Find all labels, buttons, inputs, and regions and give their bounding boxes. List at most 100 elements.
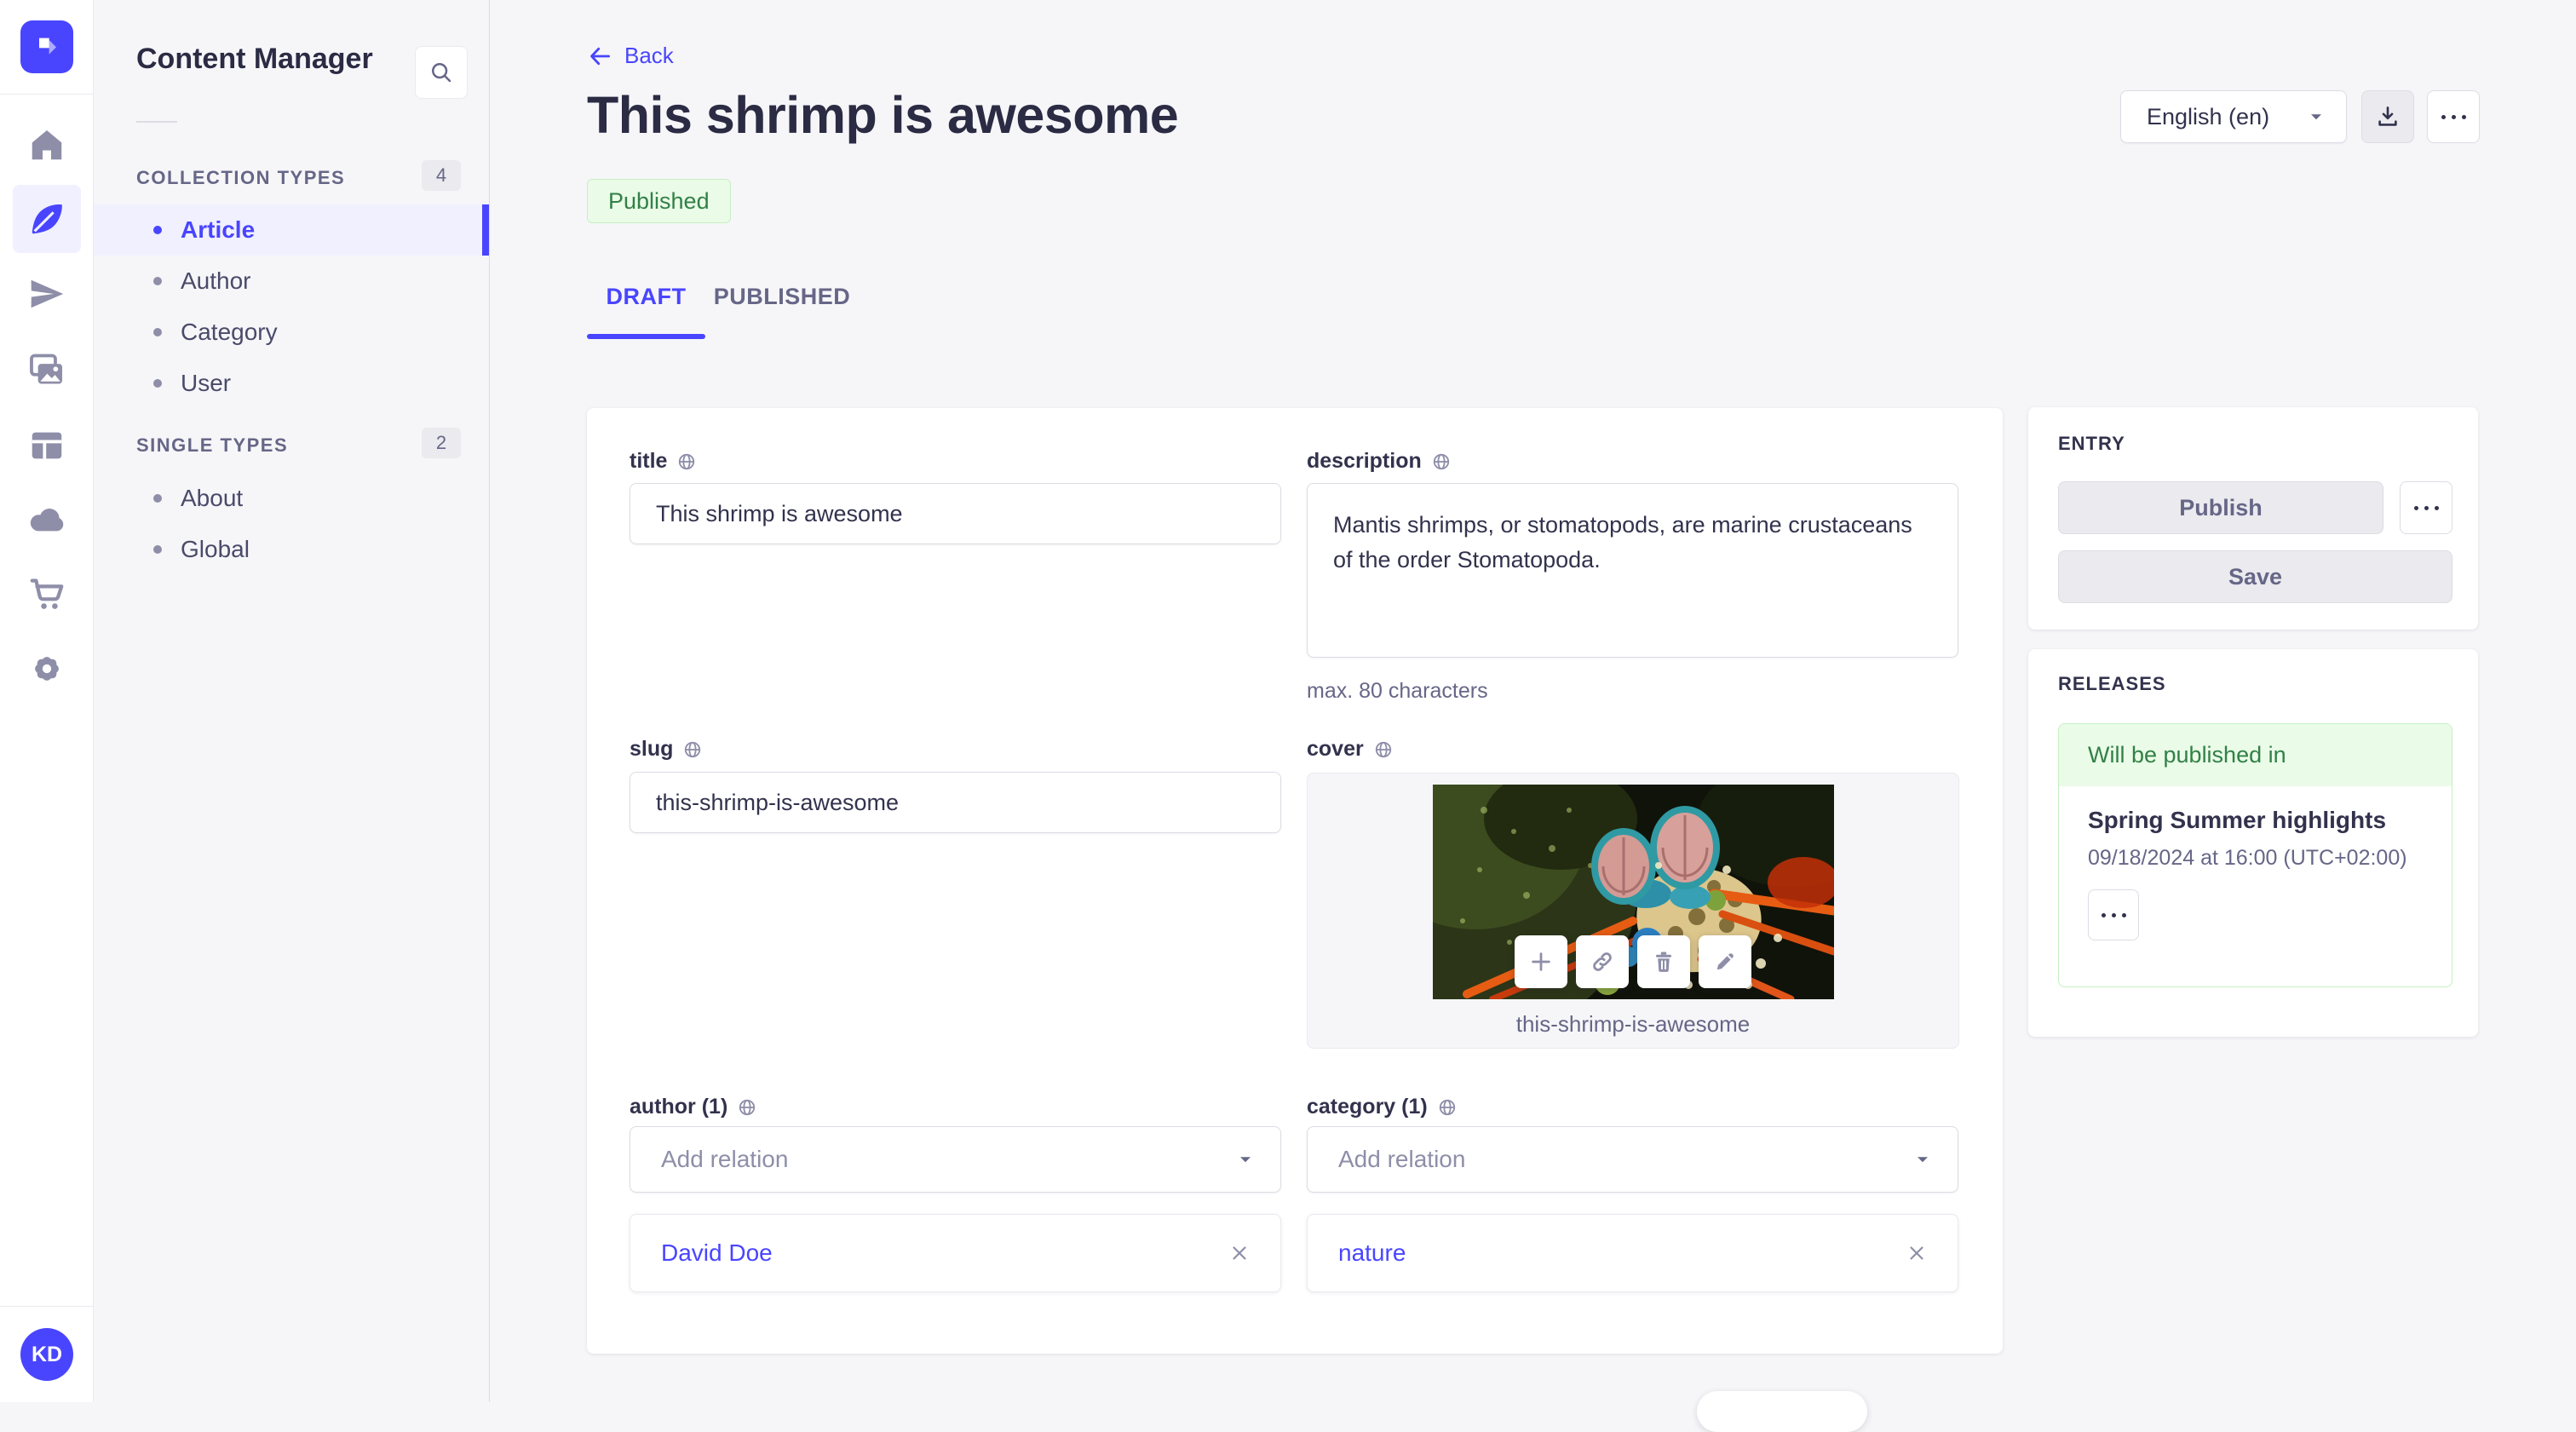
single-types-count: 2: [422, 428, 461, 458]
divider: [0, 1306, 93, 1307]
cover-caption: this-shrimp-is-awesome: [1515, 1011, 1751, 1037]
sidebar-item-author[interactable]: Author: [94, 256, 489, 307]
globe-icon: [1375, 741, 1391, 757]
description-textarea[interactable]: Mantis shrimps, or stomatopods, are mari…: [1307, 483, 1958, 658]
main-content: Back This shrimp is awesome Published En…: [490, 0, 2576, 1432]
field-label-category: category (1): [1307, 1095, 1457, 1119]
field-label-title: title: [630, 449, 696, 474]
plus-icon: [1532, 952, 1550, 971]
trash-icon: [1656, 952, 1671, 972]
sidebar-item-about[interactable]: About: [94, 473, 489, 524]
cover-field-box: this-shrimp-is-awesome: [1307, 773, 1959, 1049]
field-label-slug: slug: [630, 737, 702, 762]
user-avatar[interactable]: KD: [20, 1328, 73, 1381]
globe-icon: [679, 453, 695, 469]
description-hint: max. 80 characters: [1307, 679, 1488, 703]
content-manager-sidebar: Content Manager COLLECTION TYPES 4 Artic…: [94, 0, 490, 1402]
cover-copy-link-button[interactable]: [1576, 935, 1629, 988]
cart-icon: [30, 578, 64, 609]
globe-icon: [1433, 453, 1449, 469]
export-button[interactable]: [2361, 90, 2414, 143]
release-name[interactable]: Spring Summer highlights: [2088, 807, 2423, 834]
section-single-types: SINGLE TYPES: [136, 434, 289, 456]
ellipsis-icon: [2413, 505, 2439, 510]
bullet-icon: [153, 545, 162, 554]
sidebar-item-category[interactable]: Category: [94, 307, 489, 358]
home-icon: [32, 129, 62, 160]
divider: [0, 94, 93, 95]
category-relation-link[interactable]: nature: [1338, 1239, 1901, 1267]
nav-home[interactable]: [13, 111, 81, 179]
save-button[interactable]: Save: [2058, 550, 2452, 603]
field-label-author: author (1): [630, 1095, 756, 1119]
cover-actions: [1308, 935, 1958, 988]
bullet-icon: [153, 379, 162, 388]
header-more-button[interactable]: [2427, 90, 2480, 143]
entry-more-button[interactable]: [2400, 481, 2452, 534]
nav-settings[interactable]: [13, 635, 81, 703]
chevron-down-icon: [1918, 1157, 1928, 1163]
bullet-icon: [153, 226, 162, 234]
strapi-logo[interactable]: [20, 20, 73, 73]
remove-author-button[interactable]: [1224, 1238, 1255, 1268]
divider: [136, 121, 177, 123]
feather-icon: [32, 204, 62, 234]
pencil-icon: [1716, 953, 1734, 970]
sidebar-item-global[interactable]: Global: [94, 524, 489, 575]
section-collection-types: COLLECTION TYPES: [136, 167, 346, 188]
ellipsis-icon: [2441, 114, 2466, 119]
author-relation-select[interactable]: Add relation: [630, 1126, 1281, 1193]
remove-category-button[interactable]: [1901, 1238, 1932, 1268]
field-label-cover: cover: [1307, 737, 1393, 762]
paper-plane-icon: [31, 279, 64, 308]
release-body: Spring Summer highlights 09/18/2024 at 1…: [2059, 786, 2452, 940]
nav-content-manager[interactable]: [13, 185, 81, 253]
chevron-down-icon: [1240, 1157, 1251, 1163]
tab-draft[interactable]: DRAFT: [587, 278, 705, 315]
close-icon: [1233, 1246, 1246, 1260]
tab-published[interactable]: PUBLISHED: [714, 278, 850, 315]
nav-content-type-builder[interactable]: [13, 411, 81, 480]
ellipsis-icon: [2101, 912, 2126, 917]
releases-panel: RELEASES Will be published in Spring Sum…: [2028, 649, 2478, 1037]
globe-icon: [1439, 1099, 1455, 1115]
author-relation-item: David Doe: [630, 1214, 1281, 1292]
publish-button[interactable]: Publish: [2058, 481, 2383, 534]
chevron-down-icon: [2311, 114, 2321, 120]
cover-delete-button[interactable]: [1637, 935, 1690, 988]
nav-cloud[interactable]: [13, 486, 81, 554]
release-date: 09/18/2024 at 16:00 (UTC+02:00): [2088, 846, 2407, 870]
sidebar-item-user[interactable]: User: [94, 358, 489, 409]
sidebar-item-article[interactable]: Article: [94, 204, 489, 256]
active-tab-indicator: [587, 334, 705, 339]
search-button[interactable]: [415, 46, 468, 99]
slug-input[interactable]: [630, 772, 1281, 833]
cover-edit-button[interactable]: [1699, 935, 1751, 988]
author-relation-link[interactable]: David Doe: [661, 1239, 1224, 1267]
app-nav-rail: KD: [0, 0, 94, 1402]
back-link[interactable]: Back: [587, 43, 674, 69]
floating-pill[interactable]: [1697, 1391, 1867, 1432]
entry-panel-title: ENTRY: [2058, 433, 2125, 454]
globe-icon: [739, 1099, 756, 1115]
bullet-icon: [153, 277, 162, 285]
bullet-icon: [153, 328, 162, 336]
edit-form-card: title description Mantis shrimps, or sto…: [587, 408, 2003, 1354]
nav-deploy[interactable]: [13, 260, 81, 328]
locale-select[interactable]: English (en): [2120, 90, 2347, 143]
sidebar-title: Content Manager: [136, 43, 373, 75]
title-input[interactable]: [630, 483, 1281, 544]
releases-panel-title: RELEASES: [2058, 673, 2166, 694]
nav-media-library[interactable]: [13, 336, 81, 404]
nav-marketplace[interactable]: [13, 560, 81, 628]
arrow-left-icon: [590, 47, 610, 65]
cloud-icon: [30, 509, 64, 532]
search-icon: [431, 62, 451, 83]
release-more-button[interactable]: [2088, 889, 2139, 940]
category-relation-item: nature: [1307, 1214, 1958, 1292]
category-relation-select[interactable]: Add relation: [1307, 1126, 1958, 1193]
images-icon: [30, 354, 63, 384]
bullet-icon: [153, 494, 162, 503]
close-icon: [1910, 1246, 1923, 1260]
cover-add-button[interactable]: [1515, 935, 1567, 988]
